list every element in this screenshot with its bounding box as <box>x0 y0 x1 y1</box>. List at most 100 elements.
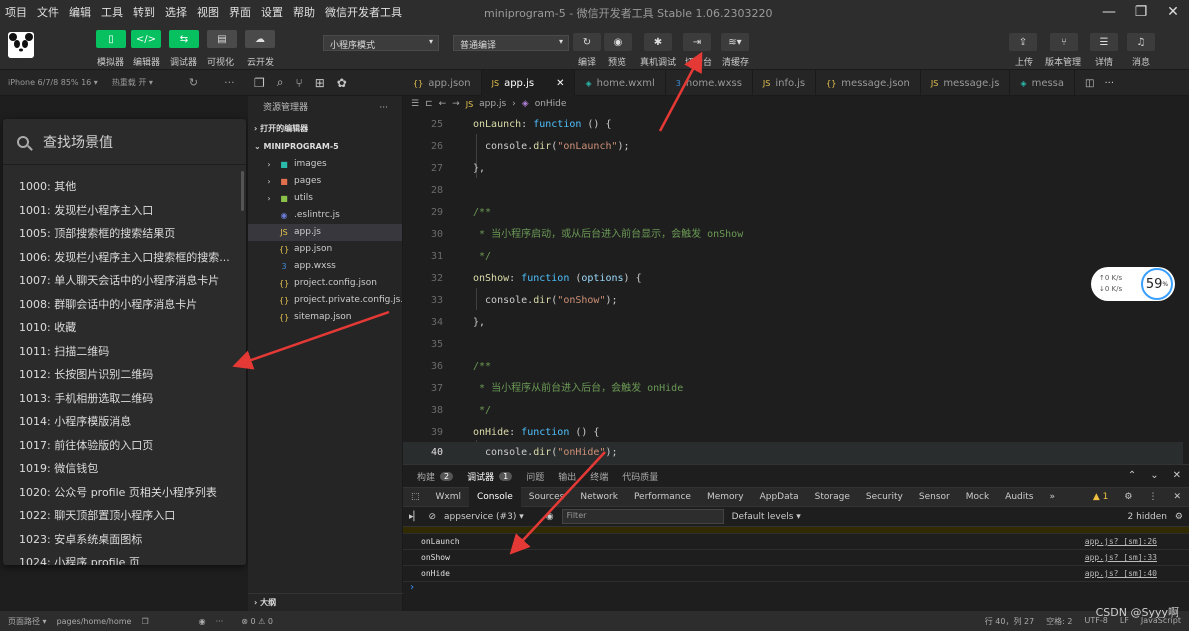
files-icon[interactable]: ❐ <box>254 76 265 90</box>
menu-view[interactable]: 视图 <box>192 4 224 20</box>
breadcrumb-symbol[interactable]: onHide <box>535 99 567 109</box>
devtool-tab-more[interactable]: » <box>1041 487 1063 507</box>
outline-section[interactable]: › 大纲 <box>248 593 403 611</box>
tab-message-json[interactable]: {} message.json <box>816 70 921 96</box>
scene-item[interactable]: 1011: 扫描二维码 <box>3 340 246 364</box>
levels-select[interactable]: Default levels ▾ <box>732 512 801 522</box>
scene-item[interactable]: 1024: 小程序 profile 页 <box>3 551 246 565</box>
scene-item[interactable]: 1007: 单人聊天会话中的小程序消息卡片 <box>3 269 246 293</box>
close-icon[interactable]: ✕ <box>556 78 564 89</box>
more-icon[interactable]: ··· <box>1104 78 1114 89</box>
warning-badge[interactable]: ▲ 1 <box>1085 487 1117 507</box>
list-icon[interactable]: ☰ <box>411 99 419 109</box>
error-warning-count[interactable]: ⊗ 0 ⚠ 0 <box>241 617 273 626</box>
scene-item[interactable]: 1005: 顶部搜索框的搜索结果页 <box>3 222 246 246</box>
cursor-position[interactable]: 行 40，列 27 <box>985 616 1034 627</box>
devtool-tab-security[interactable]: Security <box>858 487 911 507</box>
tab-build[interactable]: 构建 2 <box>417 470 454 483</box>
tab-code-quality[interactable]: 代码质量 <box>622 470 658 483</box>
mode-select[interactable]: 小程序模式 ▾ <box>323 35 439 51</box>
device-select[interactable]: iPhone 6/7/8 85% 16 ▾ <box>8 78 98 87</box>
context-select[interactable]: appservice (#3) ▾ <box>444 512 524 522</box>
more-icon[interactable]: ··· <box>379 96 388 120</box>
menu-project[interactable]: 项目 <box>0 4 32 20</box>
tab-output[interactable]: 输出 <box>558 470 576 483</box>
close-icon[interactable]: ✕ <box>1173 470 1181 481</box>
scene-search-input[interactable]: 查找场景值 <box>3 119 246 165</box>
scene-item[interactable]: 1022: 聊天顶部置顶小程序入口 <box>3 504 246 528</box>
devtool-tab-storage[interactable]: Storage <box>807 487 858 507</box>
scene-item[interactable]: 1006: 发现栏小程序主入口搜索框的搜索... <box>3 246 246 270</box>
inspect-icon[interactable]: ⬚ <box>403 487 428 507</box>
scene-item[interactable]: 1023: 安卓系统桌面图标 <box>3 528 246 552</box>
log-source-link[interactable]: app.js? [sm]:40 <box>1085 566 1157 582</box>
tree-item-pages[interactable]: › ■ pages <box>248 173 402 190</box>
tree-item-app-wxss[interactable]: 3 app.wxss <box>248 258 402 275</box>
menu-help[interactable]: 帮助 <box>288 4 320 20</box>
close-icon[interactable]: ✕ <box>1157 0 1189 24</box>
cloud-button[interactable]: ☁ <box>245 30 275 48</box>
gear-icon[interactable]: ⚙ <box>1116 487 1140 507</box>
details-button[interactable]: ☰ <box>1090 33 1118 51</box>
tree-item-images[interactable]: › ■ images <box>248 156 402 173</box>
editor-button[interactable]: </> <box>131 30 161 48</box>
tree-item-project-config[interactable]: {} project.config.json <box>248 275 402 292</box>
tab-problems[interactable]: 问题 <box>526 470 544 483</box>
tree-item-project-private-config[interactable]: {} project.private.config.js... <box>248 292 402 309</box>
scene-item[interactable]: 1001: 发现栏小程序主入口 <box>3 199 246 223</box>
tab-app-json[interactable]: {} app.json <box>403 70 482 96</box>
scene-item[interactable]: 1020: 公众号 profile 页相关小程序列表 <box>3 481 246 505</box>
more-icon[interactable]: ··· <box>224 76 235 89</box>
gear-icon[interactable]: ⚙ <box>1175 512 1183 522</box>
close-icon[interactable]: ✕ <box>1165 487 1189 507</box>
log-source-link[interactable]: app.js? [sm]:26 <box>1085 534 1157 550</box>
compile-button[interactable]: ↻ <box>573 33 601 51</box>
devtool-tab-appdata[interactable]: AppData <box>752 487 807 507</box>
preview-button[interactable]: ◉ <box>604 33 632 51</box>
source-control-icon[interactable]: ⑂ <box>296 76 303 90</box>
plugins-icon[interactable]: ✿ <box>337 76 347 90</box>
scene-item[interactable]: 1000: 其他 <box>3 175 246 199</box>
tab-app-js[interactable]: JS app.js ✕ <box>481 70 576 96</box>
console-prompt[interactable]: › <box>403 582 1189 593</box>
menu-file[interactable]: 文件 <box>32 4 64 20</box>
tree-item-app-js[interactable]: JS app.js <box>248 224 402 241</box>
simulator-button[interactable]: ▯ <box>96 30 126 48</box>
clear-cache-button[interactable]: ≋▾ <box>721 33 749 51</box>
open-editors-section[interactable]: › 打开的编辑器 <box>248 120 402 138</box>
tab-home-wxss[interactable]: 3 home.wxss <box>666 70 753 96</box>
extensions-icon[interactable]: ⊞ <box>315 76 325 90</box>
menu-settings[interactable]: 设置 <box>256 4 288 20</box>
devtool-tab-mock[interactable]: Mock <box>958 487 997 507</box>
page-path-select[interactable]: 页面路径 ▾ <box>8 616 47 627</box>
code-editor[interactable]: 25 onLaunch: function () { 26 console.dir… <box>403 112 1189 464</box>
filter-input[interactable]: Filter <box>561 509 724 524</box>
real-debug-button[interactable]: ✱ <box>644 33 672 51</box>
split-editor-icon[interactable]: ◫ <box>1085 78 1094 89</box>
minimize-icon[interactable]: — <box>1093 0 1125 24</box>
devtool-tab-audits[interactable]: Audits <box>997 487 1041 507</box>
tab-home-wxml[interactable]: ◈ home.wxml <box>575 70 666 96</box>
devtool-tab-wxml[interactable]: Wxml <box>428 487 470 507</box>
scrollbar[interactable] <box>241 171 244 211</box>
sidebar-toggle-icon[interactable]: ▸▏ <box>409 512 420 522</box>
refresh-icon[interactable]: ↻ <box>189 76 198 89</box>
background-button[interactable]: ⇥ <box>683 33 711 51</box>
scene-item[interactable]: 1019: 微信钱包 <box>3 457 246 481</box>
avatar[interactable] <box>8 32 34 58</box>
scene-item[interactable]: 1012: 长按图片识别二维码 <box>3 363 246 387</box>
scene-item[interactable]: 1017: 前往体验版的入口页 <box>3 434 246 458</box>
menu-select[interactable]: 选择 <box>160 4 192 20</box>
network-meter[interactable]: ↑0 K/s ↓0 K/s 59% <box>1091 267 1175 301</box>
tree-item-utils[interactable]: › ■ utils <box>248 190 402 207</box>
menu-interface[interactable]: 界面 <box>224 4 256 20</box>
tab-terminal[interactable]: 终端 <box>590 470 608 483</box>
project-section[interactable]: ⌄ MINIPROGRAM-5 <box>248 138 402 156</box>
devtool-tab-sources[interactable]: Sources <box>521 487 573 507</box>
search-icon[interactable]: ⌕ <box>277 75 284 90</box>
messages-button[interactable]: ♫ <box>1127 33 1155 51</box>
tab-message-js[interactable]: JS message.js <box>921 70 1011 96</box>
visual-button[interactable]: ▤ <box>207 30 237 48</box>
compile-select[interactable]: 普通编译 ▾ <box>453 35 569 51</box>
restore-icon[interactable]: ❐ <box>1125 0 1157 24</box>
